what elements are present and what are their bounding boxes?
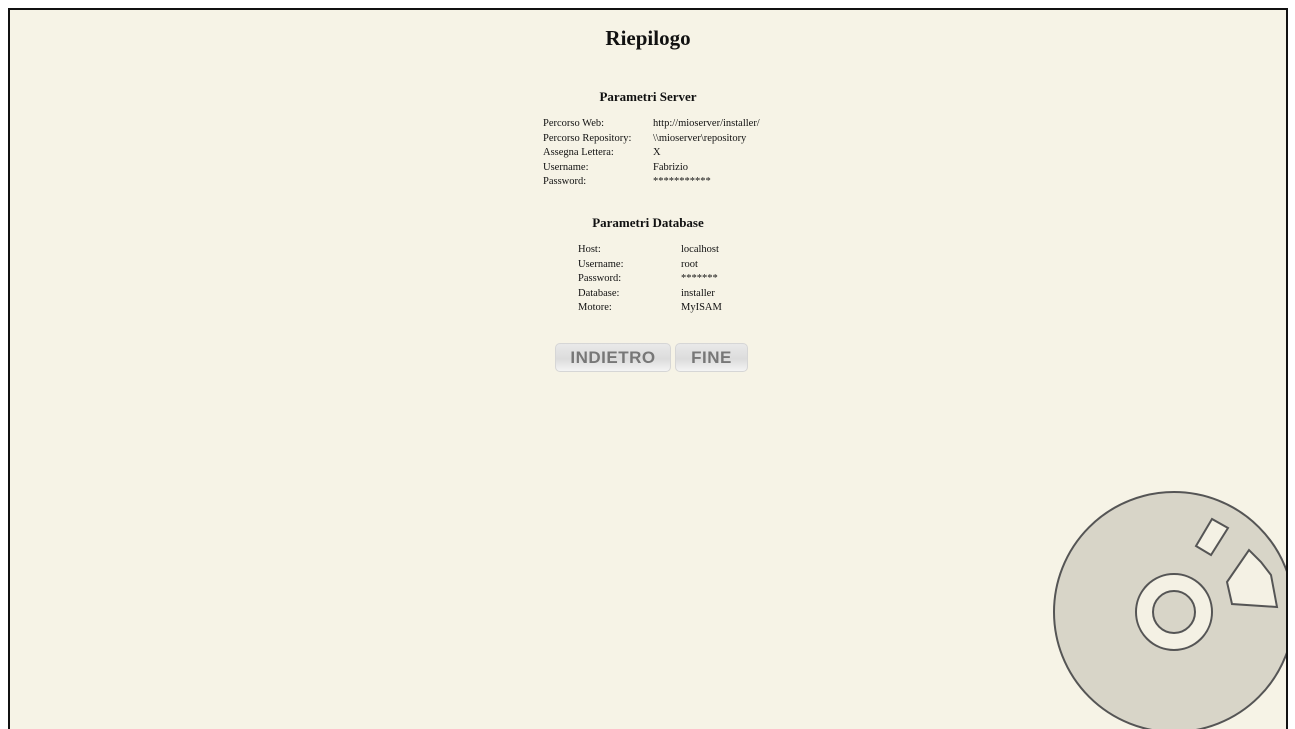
row-label: Assegna Lettera: — [543, 147, 614, 158]
row-label: Percorso Repository: — [543, 132, 632, 144]
row-value: ******* — [681, 273, 718, 284]
db-row-username: Username: root — [578, 258, 722, 273]
row-value: root — [681, 258, 698, 270]
page-title: Riepilogo — [605, 26, 691, 50]
row-value: MyISAM — [681, 302, 722, 313]
server-params-list: Percorso Web: http://mioserver/installer… — [543, 117, 760, 190]
row-value: *********** — [653, 176, 711, 187]
database-params-list: Host: localhost Username: root Password:… — [578, 243, 722, 316]
server-row-drive-letter: Assegna Lettera: X — [543, 146, 760, 161]
navigation-buttons: INDIETRO FINE — [555, 343, 748, 372]
installer-window: Riepilogo Parametri Server Percorso Web:… — [8, 8, 1288, 729]
back-button[interactable]: INDIETRO — [555, 343, 671, 372]
row-value: X — [653, 147, 661, 158]
db-row-host: Host: localhost — [578, 243, 722, 258]
server-row-repository-path: Percorso Repository: \\mioserver\reposit… — [543, 132, 760, 147]
row-value: Fabrizio — [653, 161, 688, 173]
db-row-database: Database: installer — [578, 287, 722, 302]
row-value: localhost — [681, 244, 719, 255]
row-label: Password: — [578, 273, 622, 284]
row-label: Password: — [543, 176, 587, 187]
finish-button[interactable]: FINE — [675, 343, 748, 372]
row-value: \\mioserver\repository — [653, 132, 747, 144]
server-row-username: Username: Fabrizio — [543, 161, 760, 176]
cd-disc-icon — [1053, 491, 1286, 729]
row-label: Database: — [578, 287, 620, 299]
database-section-heading: Parametri Database — [592, 215, 704, 230]
row-label: Host: — [578, 244, 601, 255]
row-label: Percorso Web: — [543, 118, 605, 129]
server-section-heading: Parametri Server — [599, 89, 697, 104]
row-label: Motore: — [578, 302, 612, 313]
row-value: http://mioserver/installer/ — [653, 118, 760, 129]
row-label: Username: — [543, 161, 589, 173]
row-label: Username: — [578, 258, 624, 270]
server-row-password: Password: *********** — [543, 175, 760, 190]
server-row-web-path: Percorso Web: http://mioserver/installer… — [543, 117, 760, 132]
db-row-password: Password: ******* — [578, 272, 722, 287]
db-row-engine: Motore: MyISAM — [578, 301, 722, 316]
row-value: installer — [681, 287, 715, 299]
